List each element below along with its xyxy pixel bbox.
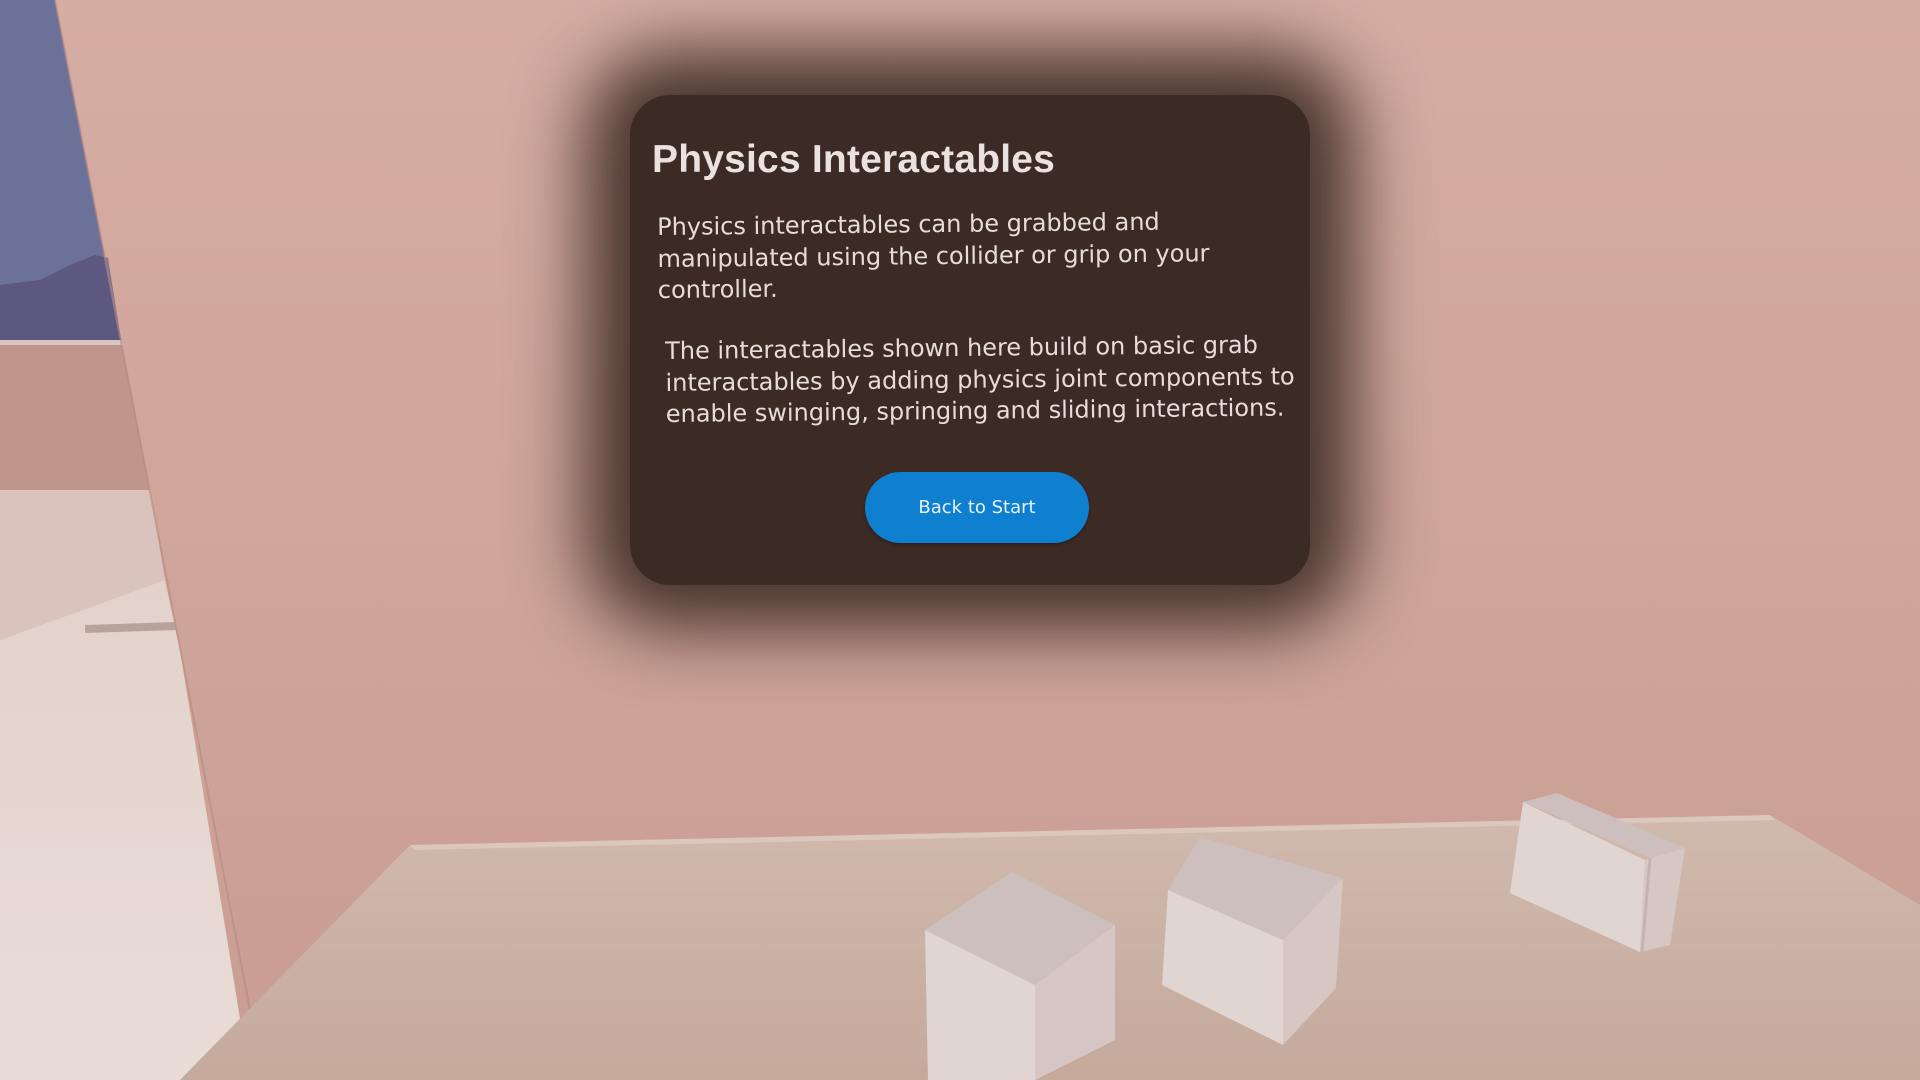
back-to-start-button[interactable]: Back to Start bbox=[865, 472, 1089, 543]
vr-scene: Physics Interactables Physics interactab… bbox=[0, 0, 1920, 1080]
panel-title: Physics Interactables bbox=[652, 138, 1056, 181]
panel-paragraph-1: Physics interactables can be grabbed and… bbox=[657, 207, 1210, 304]
panel-paragraph-2: The interactables shown here build on ba… bbox=[665, 330, 1295, 428]
